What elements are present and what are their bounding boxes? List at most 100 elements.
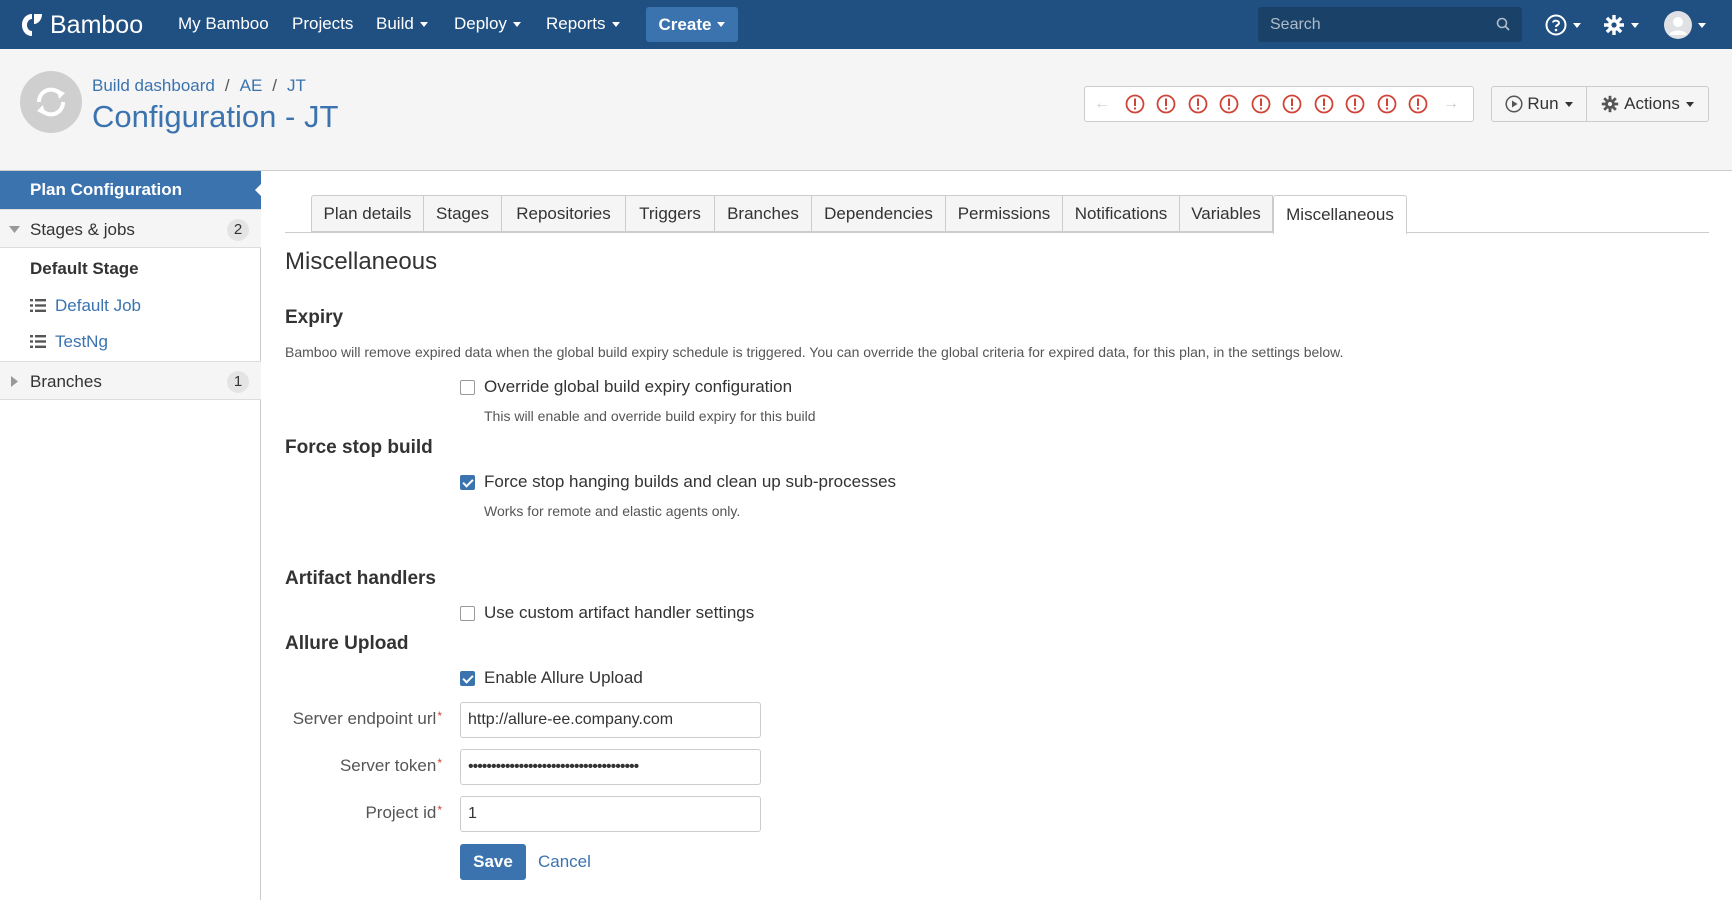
triangle-right-icon[interactable]	[11, 376, 18, 387]
sidebar-item-job-label: Default Job	[55, 296, 141, 315]
project-id-label: Project id*	[282, 803, 442, 823]
server-token-input[interactable]	[460, 749, 761, 785]
project-id-label-text: Project id	[365, 803, 437, 822]
tab-dependencies[interactable]: Dependencies	[812, 195, 946, 232]
create-button[interactable]: Create	[646, 7, 738, 42]
failed-build-icon[interactable]	[1371, 94, 1403, 114]
actions-button[interactable]: Actions	[1587, 86, 1709, 122]
server-endpoint-label: Server endpoint url*	[282, 709, 442, 729]
allure-upload-option[interactable]: Enable Allure Upload	[460, 668, 643, 688]
chevron-down-icon	[1685, 101, 1694, 107]
failed-build-icon[interactable]	[1308, 94, 1340, 114]
section-title: Miscellaneous	[285, 248, 438, 275]
triangle-down-icon[interactable]	[9, 226, 20, 233]
nav-projects-label: Projects	[292, 14, 354, 33]
cancel-link[interactable]: Cancel	[538, 852, 591, 872]
save-button[interactable]: Save	[460, 844, 526, 880]
refresh-icon	[36, 87, 66, 117]
chevron-down-icon	[1564, 101, 1573, 107]
job-list-icon	[30, 335, 46, 348]
search-icon[interactable]	[1496, 17, 1510, 31]
failed-build-icon[interactable]	[1340, 94, 1372, 114]
sidebar-item-branches-label: Branches	[30, 372, 102, 391]
server-endpoint-input[interactable]	[460, 702, 761, 738]
tab-miscellaneous[interactable]: Miscellaneous	[1273, 195, 1407, 234]
nav-projects[interactable]: Projects	[292, 14, 353, 34]
chevron-down-icon	[611, 22, 620, 28]
chevron-down-icon	[1573, 22, 1581, 28]
override-expiry-help: This will enable and override build expi…	[484, 408, 816, 424]
tab-variables[interactable]: Variables	[1180, 195, 1273, 232]
sidebar-item-job[interactable]: Default Job	[0, 286, 261, 325]
breadcrumb-build-dashboard[interactable]: Build dashboard	[92, 76, 215, 95]
job-list-icon	[30, 299, 46, 312]
failed-build-icon[interactable]	[1403, 94, 1435, 114]
arrow-left-icon[interactable]: ←	[1085, 95, 1119, 113]
failed-build-icon[interactable]	[1245, 94, 1277, 114]
force-stop-heading: Force stop build	[285, 437, 433, 458]
override-expiry-checkbox[interactable]	[460, 379, 475, 395]
artifact-handlers-checkbox[interactable]	[460, 605, 475, 621]
user-menu[interactable]	[1664, 11, 1706, 39]
nav-deploy[interactable]: Deploy	[454, 14, 521, 34]
tab-notifications[interactable]: Notifications	[1063, 195, 1180, 232]
override-expiry-option[interactable]: Override global build expiry configurati…	[460, 377, 792, 397]
page-title: Configuration - JT	[92, 99, 339, 134]
arrow-right-icon[interactable]: →	[1434, 95, 1468, 113]
sidebar-item-stages-jobs-label: Stages & jobs	[30, 220, 135, 239]
sidebar-item-stages-jobs[interactable]: Stages & jobs 2	[0, 209, 261, 248]
help-menu[interactable]	[1545, 12, 1581, 38]
gear-icon	[1601, 95, 1619, 113]
tab-stages[interactable]: Stages	[424, 195, 502, 232]
nav-my-bamboo[interactable]: My Bamboo	[178, 14, 269, 34]
bamboo-logo[interactable]: Bamboo	[20, 10, 143, 40]
tab-plan-details[interactable]: Plan details	[311, 195, 424, 232]
sidebar-item-default-stage[interactable]: Default Stage	[0, 249, 261, 288]
failed-build-icon[interactable]	[1119, 94, 1151, 114]
chevron-down-icon	[419, 22, 428, 28]
run-button[interactable]: Run	[1491, 86, 1587, 122]
nav-build[interactable]: Build	[376, 14, 428, 34]
server-endpoint-label-text: Server endpoint url	[292, 709, 437, 728]
failed-build-icon[interactable]	[1214, 94, 1246, 114]
force-stop-label: Force stop hanging builds and clean up s…	[484, 472, 897, 491]
artifact-handlers-option[interactable]: Use custom artifact handler settings	[460, 603, 754, 623]
required-marker: *	[437, 709, 442, 723]
failed-build-icon[interactable]	[1277, 94, 1309, 114]
force-stop-checkbox[interactable]	[460, 474, 475, 490]
sidebar-item-branches[interactable]: Branches 1	[0, 361, 261, 400]
expiry-description: Bamboo will remove expired data when the…	[285, 344, 1344, 360]
required-marker: *	[437, 803, 442, 817]
settings-gear-icon	[1604, 15, 1624, 35]
tab-repositories[interactable]: Repositories	[502, 195, 626, 232]
sidebar: Plan Configuration Stages & jobs 2 Defau…	[0, 171, 262, 900]
expiry-heading: Expiry	[285, 307, 344, 328]
settings-menu[interactable]	[1603, 12, 1639, 38]
build-history-strip: ← →	[1084, 86, 1474, 122]
tab-branches[interactable]: Branches	[715, 195, 812, 232]
nav-my-bamboo-label: My Bamboo	[178, 14, 269, 33]
breadcrumb-plan[interactable]: JT	[287, 76, 306, 95]
nav-reports[interactable]: Reports	[546, 14, 620, 34]
build-history-icons	[1119, 94, 1434, 114]
sidebar-item-job[interactable]: TestNg	[0, 322, 261, 361]
force-stop-option[interactable]: Force stop hanging builds and clean up s…	[460, 472, 896, 492]
server-token-label-text: Server token	[339, 756, 437, 775]
plan-avatar	[20, 71, 82, 133]
failed-build-icon[interactable]	[1151, 94, 1183, 114]
allure-upload-checkbox[interactable]	[460, 670, 475, 686]
search-input[interactable]	[1258, 7, 1522, 42]
sidebar-item-plan-configuration[interactable]: Plan Configuration	[0, 171, 262, 209]
sidebar-item-job-label: TestNg	[55, 332, 108, 351]
user-avatar-icon	[1664, 11, 1692, 39]
chevron-down-icon	[1698, 22, 1706, 28]
project-id-input[interactable]	[460, 796, 761, 832]
override-expiry-label: Override global build expiry configurati…	[484, 377, 793, 396]
top-navigation-bar: Bamboo My Bamboo Projects Build Deploy R…	[0, 0, 1732, 49]
breadcrumb-project[interactable]: AE	[240, 76, 263, 95]
tab-permissions[interactable]: Permissions	[946, 195, 1063, 232]
failed-build-icon[interactable]	[1182, 94, 1214, 114]
chevron-down-icon	[512, 22, 521, 28]
tab-triggers[interactable]: Triggers	[626, 195, 715, 232]
plan-header: Build dashboard / AE / JT Configuration - JT…	[0, 49, 1732, 171]
